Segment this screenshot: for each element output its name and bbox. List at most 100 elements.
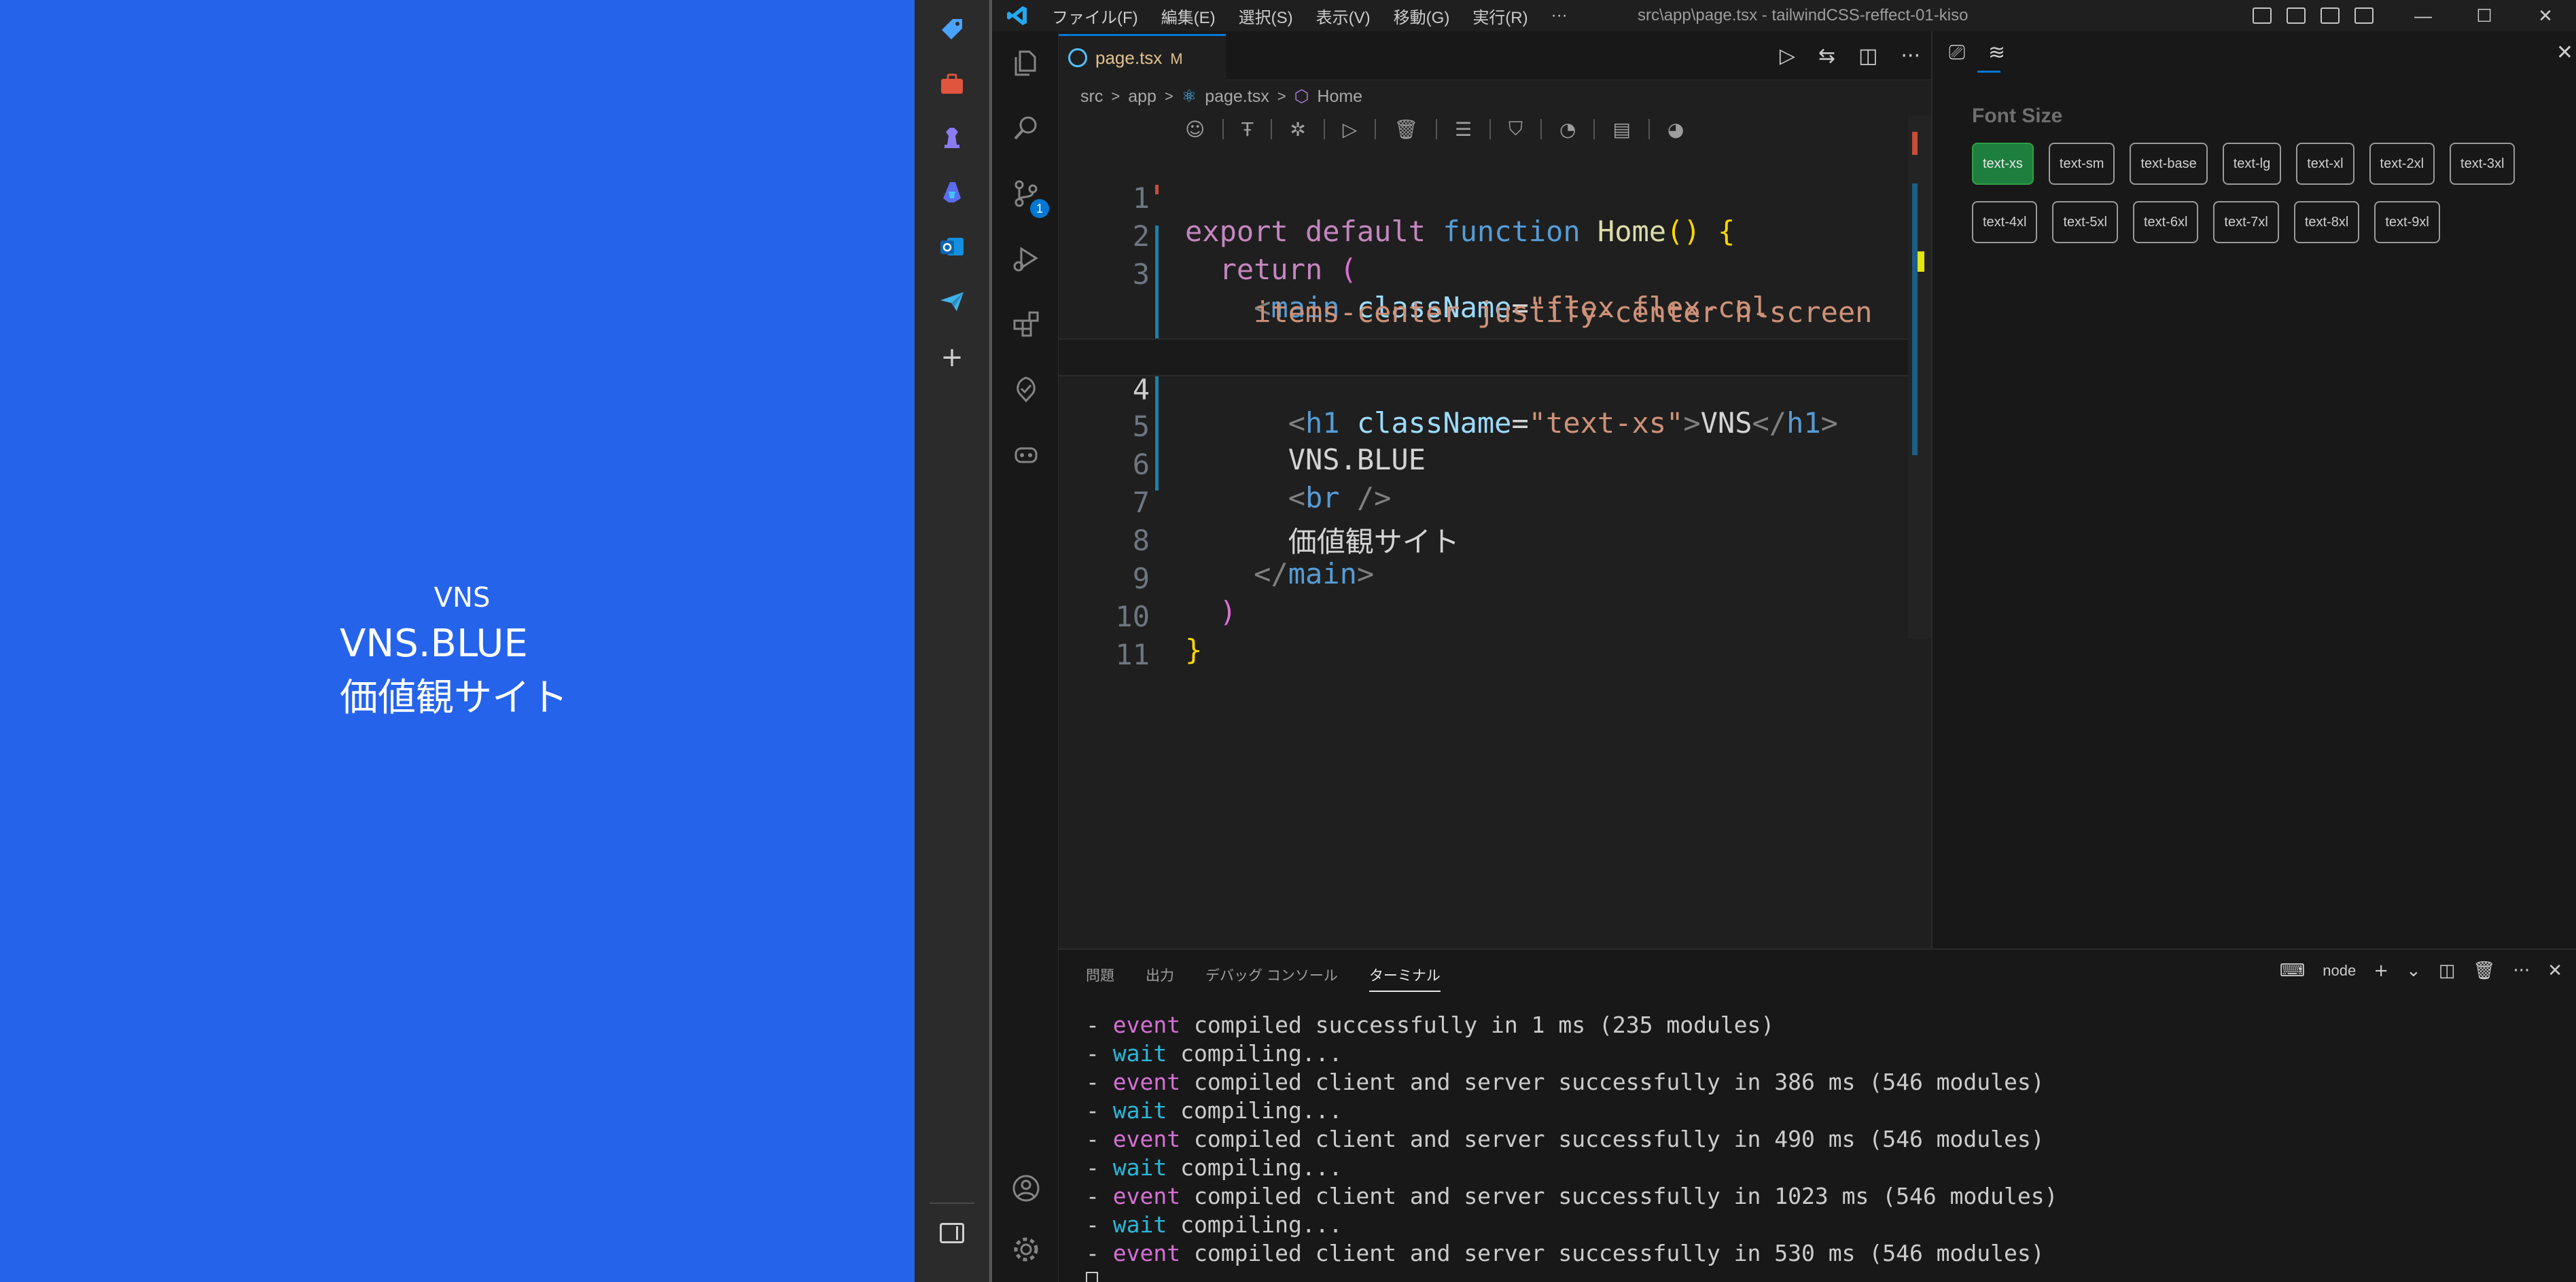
preview-content: VNS VNS.BLUE 価値観サイト [340, 579, 584, 726]
split-editor-icon[interactable]: ◫ [1858, 44, 1877, 68]
code-line: 9 ) [1059, 529, 1908, 628]
chess-icon[interactable] [938, 124, 966, 152]
tab-output[interactable]: 出力 [1146, 965, 1174, 992]
shield-check-icon[interactable]: ⛉ [1508, 118, 1523, 141]
font-size-button-xs[interactable]: text-xs [1972, 143, 2034, 185]
tailwind-icon[interactable]: ≋ [1988, 41, 2005, 65]
tab-terminal[interactable]: ターミナル [1369, 965, 1441, 992]
code-editor[interactable]: 1 export default function Home() { 2 ret… [1059, 148, 1908, 671]
menu-run[interactable]: 実行(R) [1472, 4, 1528, 28]
symbol-method-icon: ⬡ [1294, 87, 1309, 106]
font-size-button-sm[interactable]: text-sm [2048, 143, 2115, 185]
terminal-name[interactable]: node [2323, 962, 2356, 980]
run-code-icon[interactable]: ▷ [1780, 44, 1795, 68]
emoji-icon[interactable]: ☺ [1185, 118, 1205, 141]
more-actions-icon[interactable]: ··· [2513, 961, 2530, 981]
trash-icon[interactable]: 🗑 [1394, 118, 1418, 141]
more-actions-icon[interactable]: ··· [1901, 44, 1920, 68]
tab-label: page.tsx [1095, 48, 1163, 68]
editor-actions: ▷ ⇆ ◫ ··· [1780, 31, 1920, 80]
testing-icon[interactable] [1010, 374, 1042, 405]
menu-bar: ファイル(F) 編集(E) 選択(S) 表示(V) 移動(G) 実行(R) ··… [1052, 0, 1568, 31]
toolbar-divider [1375, 119, 1377, 139]
pie-chart-icon[interactable]: ◔ [1559, 118, 1576, 141]
terminal-line: - wait compiling... [1086, 1040, 1343, 1067]
outlook-icon[interactable] [938, 232, 966, 261]
chat-icon[interactable]: ⎚ [1949, 41, 1965, 65]
code-line: 11 [1059, 605, 1908, 671]
menu-file[interactable]: ファイル(F) [1052, 4, 1138, 28]
toolbox-icon[interactable] [938, 69, 966, 98]
terminal-output[interactable]: - event compiled successfully in 1 ms (2… [1086, 1011, 2058, 1282]
preview-icon[interactable]: ▤ [1612, 118, 1630, 141]
explorer-icon[interactable] [1010, 48, 1042, 79]
breadcrumb-src[interactable]: src [1080, 87, 1103, 107]
font-size-button-3xl[interactable]: text-3xl [2450, 143, 2516, 185]
font-size-button-xl[interactable]: text-xl [2296, 143, 2354, 185]
editor-scrollbar[interactable] [1908, 115, 1931, 639]
toggle-primary-sidebar-icon[interactable] [2253, 7, 2272, 24]
preview-site-subtitle: 価値観サイト [340, 676, 568, 720]
bug-icon[interactable]: ✲ [1290, 118, 1305, 141]
toolbar-divider [1540, 119, 1542, 139]
kill-terminal-icon[interactable]: 🗑 [2473, 961, 2495, 981]
add-sidebar-app-button[interactable]: + [938, 343, 966, 372]
font-size-button-5xl[interactable]: text-5xl [2052, 201, 2118, 243]
toggle-secondary-sidebar-icon[interactable] [2321, 7, 2340, 24]
toggle-panel-icon[interactable] [2287, 7, 2306, 24]
preview-heading: VNS [434, 582, 491, 613]
menu-selection[interactable]: 選択(S) [1239, 4, 1293, 28]
tab-problems[interactable]: 問題 [1086, 965, 1114, 992]
send-icon[interactable] [938, 287, 966, 315]
active-tab-indicator [1977, 71, 2000, 73]
split-terminal-icon[interactable]: ◫ [2439, 961, 2456, 981]
menu-go[interactable]: 移動(G) [1394, 4, 1450, 28]
customize-layout-icon[interactable] [2354, 7, 2374, 24]
extensions-icon[interactable] [1010, 308, 1042, 340]
breadcrumb-symbol[interactable]: Home [1317, 87, 1362, 107]
overview-ruler-cursor [1918, 251, 1924, 272]
copilot-icon[interactable] [938, 178, 966, 207]
run-debug-icon[interactable] [1010, 243, 1042, 274]
palette-icon[interactable]: ◕ [1668, 118, 1684, 141]
tab-page-tsx[interactable]: page.tsx M [1059, 34, 1226, 80]
text-format-icon[interactable]: Ŧ [1241, 118, 1253, 141]
tab-debug-console[interactable]: デバッグ コンソール [1205, 965, 1338, 992]
maximize-button[interactable]: ☐ [2454, 0, 2515, 31]
chevron-right-icon: > [1277, 88, 1286, 105]
font-size-button-base[interactable]: text-base [2130, 143, 2208, 185]
font-size-button-9xl[interactable]: text-9xl [2374, 201, 2440, 243]
tag-icon[interactable] [938, 15, 966, 43]
close-panel-icon[interactable]: ✕ [2547, 961, 2562, 981]
font-size-button-7xl[interactable]: text-7xl [2213, 201, 2279, 243]
account-icon[interactable] [1010, 1173, 1042, 1204]
sidebar-panel-icon[interactable] [940, 1223, 964, 1243]
menu-more[interactable]: ··· [1551, 6, 1568, 25]
open-changes-icon[interactable]: ⇆ [1818, 44, 1835, 68]
react-file-icon [1068, 48, 1087, 67]
font-size-button-8xl[interactable]: text-8xl [2293, 201, 2360, 243]
breadcrumb-file[interactable]: page.tsx [1205, 87, 1269, 107]
search-icon[interactable] [1010, 113, 1042, 144]
code-line: 2 return ( [1059, 186, 1908, 286]
close-button[interactable]: ✕ [2515, 0, 2576, 31]
extension-toolbar: ☺ Ŧ ✲ ▷ 🗑 ☰ ⛉ ◔ ▤ ◕ [1185, 114, 1684, 144]
minimize-button[interactable]: — [2393, 0, 2454, 31]
copilot-chat-icon[interactable] [1010, 439, 1042, 470]
font-size-button-6xl[interactable]: text-6xl [2132, 201, 2199, 243]
settings-gear-icon[interactable] [1010, 1234, 1042, 1265]
breadcrumb-app[interactable]: app [1128, 87, 1157, 107]
font-size-button-4xl[interactable]: text-4xl [1972, 201, 2038, 243]
close-panel-icon[interactable]: ✕ [2556, 41, 2573, 65]
new-terminal-icon[interactable]: + [2374, 961, 2388, 981]
menu-view[interactable]: 表示(V) [1316, 4, 1371, 28]
play-icon[interactable]: ▷ [1343, 118, 1358, 141]
code-line: 10 } [1059, 567, 1908, 666]
vscode-titlebar: ファイル(F) 編集(E) 選択(S) 表示(V) 移動(G) 実行(R) ··… [992, 0, 2576, 31]
list-icon[interactable]: ☰ [1455, 118, 1472, 141]
toolbar-divider [1435, 119, 1437, 139]
chevron-down-icon[interactable]: ⌄ [2406, 961, 2421, 981]
font-size-button-lg[interactable]: text-lg [2222, 143, 2282, 185]
menu-edit[interactable]: 編集(E) [1161, 4, 1216, 28]
font-size-button-2xl[interactable]: text-2xl [2369, 143, 2435, 185]
